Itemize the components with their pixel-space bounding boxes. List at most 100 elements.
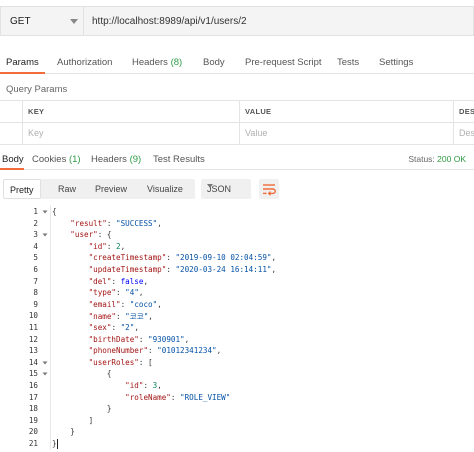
code-token: : (120, 299, 130, 309)
line-number: 10 (28, 311, 38, 321)
row-checkbox-cell[interactable] (0, 123, 22, 145)
line-number: 8 (33, 288, 38, 298)
code-token: "phoneNumber" (88, 346, 149, 356)
code-token: "updateTimestamp" (88, 265, 167, 274)
code-line: "del": false, (52, 277, 148, 286)
line-number: 4 (33, 241, 38, 251)
tab-label: Body (2, 154, 24, 165)
tab-headers[interactable]: Headers (8) (132, 57, 182, 68)
tab-body[interactable]: Body (203, 57, 225, 68)
fold-arrow-icon[interactable] (42, 232, 48, 238)
query-params-title: Query Params (6, 84, 68, 95)
response-body-code[interactable]: 1{2 "result": "SUCCESS", 3 "user": {4 "id… (0, 205, 474, 452)
view-visualize-button[interactable]: Visualize (147, 179, 183, 199)
tab-params[interactable]: Params (6, 57, 39, 68)
table-row: Key Value Des (0, 123, 474, 145)
code-token: "2020-03-24 16:14:11" (175, 265, 272, 274)
code-token: : (170, 392, 181, 402)
code-token: false (120, 276, 144, 286)
tab-label: Headers (91, 154, 127, 165)
code-line: "birthDate": "930901", (52, 334, 190, 344)
line-number: 7 (33, 276, 38, 286)
wrap-lines-button[interactable] (259, 179, 279, 199)
code-token: : (116, 288, 126, 298)
code-line: } (52, 404, 112, 414)
view-raw-button[interactable]: Raw (58, 179, 76, 199)
code-token: , (120, 241, 126, 251)
code-token: ] (52, 415, 94, 425)
code-line: "sex": "2", (52, 323, 139, 332)
line-number: 19 (28, 415, 38, 425)
tab-count: (8) (170, 57, 183, 68)
code-token: , (157, 299, 162, 309)
response-tab-headers[interactable]: Headers (9) (91, 154, 141, 165)
code-token: , (216, 346, 222, 356)
code-token: "2019-09-10 02:04:59" (175, 253, 272, 263)
line-number: 5 (33, 253, 38, 263)
value-input[interactable]: Value (239, 123, 453, 145)
fold-arrow-icon[interactable] (42, 209, 48, 215)
tab-settings[interactable]: Settings (379, 57, 413, 68)
view-pretty-button[interactable]: Pretty (3, 179, 41, 199)
status-value: 200 OK (437, 154, 466, 164)
code-token: } (52, 404, 112, 414)
status-label: Status: (408, 154, 435, 164)
code-token: , (184, 334, 190, 344)
code-token: : (111, 276, 121, 286)
tab-label: Settings (379, 57, 414, 68)
key-input[interactable]: Key (22, 123, 239, 145)
code-token: "sex" (88, 323, 112, 332)
code-token: "coco" (129, 299, 158, 309)
code-line: { (52, 207, 57, 216)
tab-authorization[interactable]: Authorization (57, 57, 112, 68)
response-status: Status: 200 OK (408, 154, 466, 164)
query-params-table: KEY VALUE DESC Key Value Des (0, 100, 474, 145)
response-tab-body[interactable]: Body (2, 154, 24, 165)
url-text: http://localhost:8989/api/v1/users/2 (92, 16, 247, 27)
tab-tests[interactable]: Tests (337, 57, 359, 68)
code-token: , (157, 218, 162, 228)
gutter-divider (50, 205, 51, 450)
code-line: "roleName": "ROLE_VIEW" (52, 393, 230, 402)
code-token: "email" (88, 299, 121, 309)
response-tab-cookies[interactable]: Cookies (1) (32, 154, 81, 165)
line-number: 2 (33, 218, 38, 228)
code-token: "del" (88, 276, 112, 286)
line-number: 1 (33, 207, 38, 216)
column-label: VALUE (245, 107, 272, 116)
method-select[interactable]: GET (0, 6, 83, 36)
code-token: : (106, 218, 117, 228)
tab-pre-request-script[interactable]: Pre-request Script (245, 57, 322, 68)
active-tab-indicator (0, 168, 24, 170)
code-token: "id" (88, 241, 107, 251)
view-mode-group: Pretty Raw Preview Visualize (3, 179, 195, 199)
code-line: "id": 3, (52, 381, 162, 390)
column-label: DESC (459, 107, 474, 116)
code-token: "result" (70, 218, 107, 228)
line-number: 3 (33, 230, 38, 240)
code-line: "userRoles": [ (52, 358, 153, 367)
response-tab-test-results[interactable]: Test Results (153, 154, 205, 165)
response-toolbar: Pretty Raw Preview Visualize JSON (0, 179, 474, 201)
tab-label: Test Results (153, 154, 205, 165)
code-token: "2" (120, 323, 135, 332)
code-token: { (52, 207, 57, 216)
view-preview-button[interactable]: Preview (95, 179, 127, 199)
fold-arrow-icon[interactable] (42, 371, 48, 377)
code-token: : (111, 323, 121, 332)
description-input[interactable]: Des (453, 123, 474, 145)
code-token: "birthDate" (88, 334, 139, 344)
tab-label: Authorization (57, 57, 113, 68)
url-input[interactable]: http://localhost:8989/api/v1/users/2 (83, 6, 474, 36)
code-line: "type": "4", (52, 288, 144, 298)
format-select[interactable]: JSON (201, 179, 251, 199)
fold-arrow-icon[interactable] (42, 360, 48, 366)
